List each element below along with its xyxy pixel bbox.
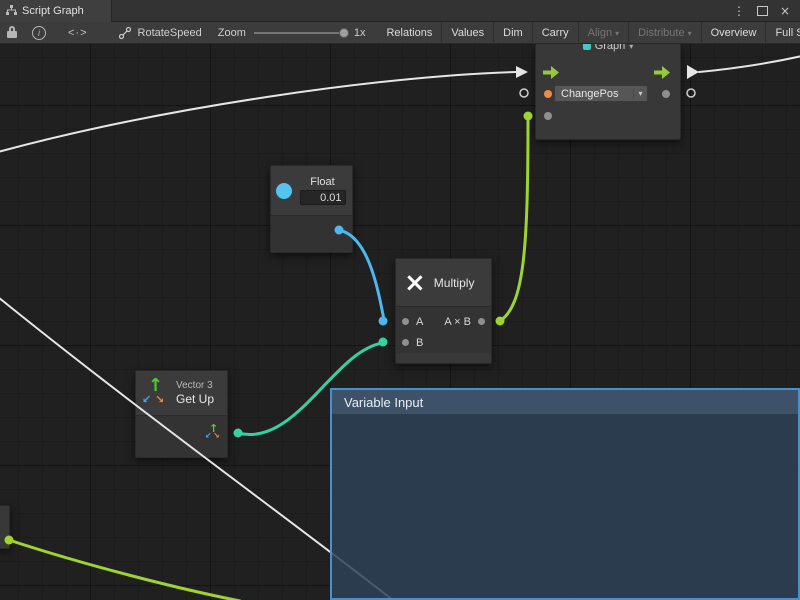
script-graph-icon bbox=[6, 5, 17, 16]
node-float-literal[interactable]: Float 0.01 bbox=[270, 165, 353, 253]
dim-button[interactable]: Dim bbox=[493, 22, 532, 44]
changepos-dropdown-value: ChangePos bbox=[555, 88, 633, 100]
float-value-field[interactable]: 0.01 bbox=[300, 190, 346, 205]
node-multiply[interactable]: × Multiply A A × B B bbox=[395, 258, 492, 364]
flow-in-port[interactable] bbox=[543, 66, 560, 79]
float-node-header: Float 0.01 bbox=[271, 166, 352, 216]
multiply-node-header: × Multiply bbox=[396, 259, 491, 307]
vector-node-title: Get Up bbox=[176, 392, 214, 406]
full-screen-button[interactable]: Full Screen bbox=[765, 22, 800, 44]
window-controls: ⋮ × bbox=[733, 0, 800, 22]
vector3-output-port[interactable]: ↑ ↙ ↘ bbox=[205, 425, 221, 441]
lock-icon[interactable] bbox=[7, 26, 19, 39]
relations-button[interactable]: Relations bbox=[377, 22, 441, 44]
multiply-node-port-area: A A × B B bbox=[396, 307, 491, 353]
unity-script-graph-window: Script Graph ⋮ × i <·> RotateSpeed Zoom … bbox=[0, 0, 800, 600]
script-machine-icon bbox=[118, 26, 132, 40]
tab-script-graph[interactable]: Script Graph bbox=[0, 0, 112, 22]
multiply-row-b: B bbox=[396, 332, 491, 353]
multiply-row-a: A A × B bbox=[396, 311, 491, 332]
multiply-node-title: Multiply bbox=[434, 276, 475, 290]
vector-node-type-label: Vector 3 bbox=[176, 380, 214, 391]
variable-value-out-port[interactable] bbox=[662, 90, 670, 98]
chevron-down-icon: ▾ bbox=[633, 89, 647, 98]
tab-title: Script Graph bbox=[22, 5, 84, 17]
float-node-title: Float bbox=[310, 176, 334, 188]
toolbar-buttons: Relations Values Dim Carry Align▾ Distri… bbox=[377, 22, 800, 44]
overview-button[interactable]: Overview bbox=[701, 22, 766, 44]
titlebar: Script Graph ⋮ × bbox=[0, 0, 800, 22]
multiply-icon: × bbox=[404, 270, 426, 296]
menu-icon[interactable]: ⋮ bbox=[733, 0, 745, 22]
variable-input-title: Variable Input bbox=[344, 395, 423, 410]
port-a-label: A bbox=[416, 316, 423, 328]
close-icon[interactable]: × bbox=[780, 0, 790, 22]
maximize-icon[interactable] bbox=[757, 6, 768, 16]
zoom-value: 1x bbox=[354, 27, 366, 39]
variable-input-body bbox=[332, 414, 798, 598]
distribute-button: Distribute▾ bbox=[628, 22, 700, 44]
code-preview-icon[interactable]: <·> bbox=[68, 27, 88, 39]
port-out-label: A × B bbox=[444, 316, 471, 328]
input-port-b[interactable] bbox=[402, 339, 409, 346]
info-icon[interactable]: i bbox=[32, 26, 46, 40]
chevron-down-icon: ▾ bbox=[688, 29, 692, 38]
float-icon bbox=[276, 183, 292, 199]
zoom-label: Zoom bbox=[218, 27, 246, 39]
variable-input-panel[interactable]: Variable Input bbox=[330, 388, 800, 600]
chevron-down-icon: ▾ bbox=[615, 29, 619, 38]
port-b-label: B bbox=[416, 337, 423, 349]
zoom-slider-track[interactable] bbox=[254, 32, 346, 34]
vector-node-header: ↑ ↙ ↘ Vector 3 Get Up bbox=[136, 371, 227, 416]
variable-value-in-port[interactable] bbox=[544, 90, 552, 98]
input-port-a[interactable] bbox=[402, 318, 409, 325]
zoom-slider-knob[interactable] bbox=[339, 28, 349, 38]
align-button: Align▾ bbox=[578, 22, 628, 44]
output-port[interactable] bbox=[478, 318, 485, 325]
variable-extra-port[interactable] bbox=[544, 112, 552, 120]
values-button[interactable]: Values bbox=[441, 22, 493, 44]
graph-toolbar: i <·> RotateSpeed Zoom 1x Relations Valu… bbox=[0, 22, 800, 44]
changepos-dropdown[interactable]: ChangePos ▾ bbox=[554, 85, 648, 102]
graph-name-label: RotateSpeed bbox=[138, 27, 202, 39]
node-set-variable[interactable]: Graph ▾ ChangePos ▾ bbox=[535, 44, 681, 140]
float-node-port-area bbox=[271, 216, 352, 252]
carry-button[interactable]: Carry bbox=[532, 22, 578, 44]
flow-out-port[interactable] bbox=[654, 66, 671, 79]
zoom-slider[interactable] bbox=[254, 28, 346, 38]
vector3-icon: ↑ ↙ ↘ bbox=[142, 376, 170, 410]
variable-input-header[interactable]: Variable Input bbox=[332, 390, 798, 414]
node-clipped-left-edge[interactable] bbox=[0, 505, 10, 549]
vector-node-port-area: ↑ ↙ ↘ bbox=[136, 416, 227, 457]
node-vector3-get-up[interactable]: ↑ ↙ ↘ Vector 3 Get Up ↑ ↙ ↘ bbox=[135, 370, 228, 458]
